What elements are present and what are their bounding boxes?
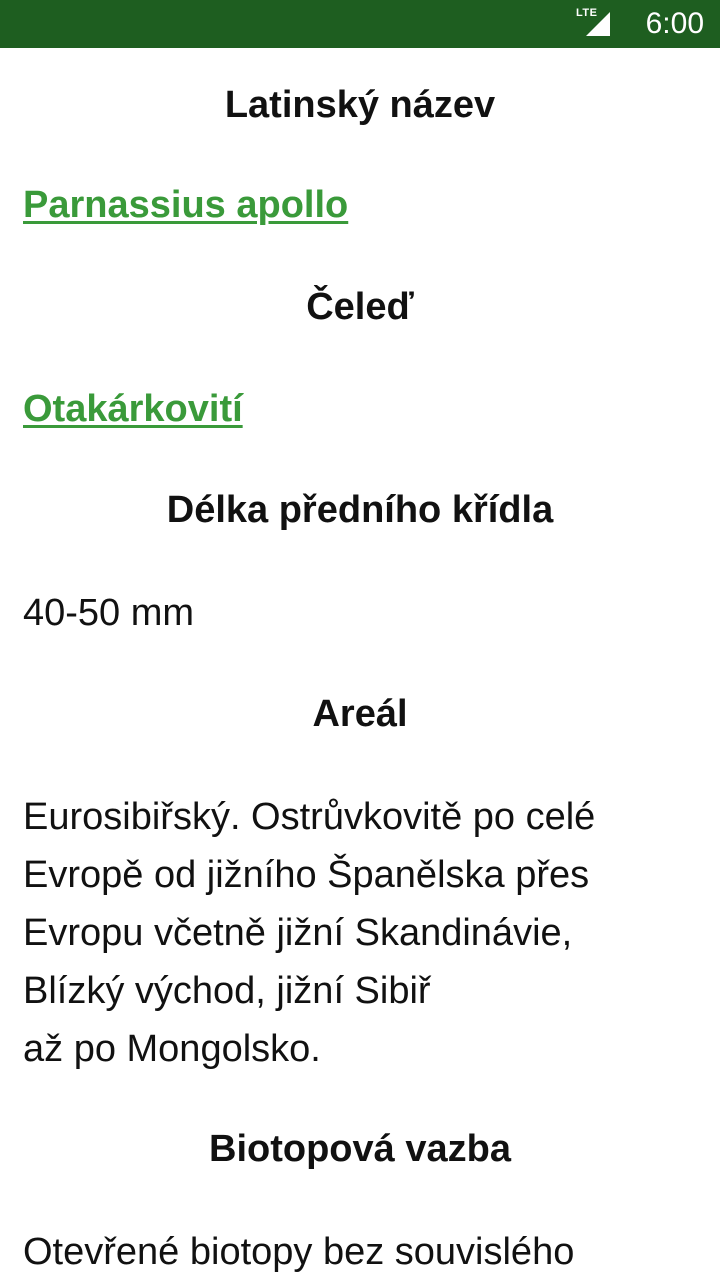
latin-name-heading: Latinský název bbox=[224, 84, 496, 126]
latin-name-link[interactable]: Parnassius apollo bbox=[23, 181, 348, 229]
range-heading: Areál bbox=[312, 693, 408, 735]
range-line: až po Mongolsko. bbox=[23, 1028, 321, 1070]
range-line: Eurosibiřský. Ostrůvkovitě po celé bbox=[23, 796, 596, 838]
range-line: Evropě od jižního Španělska přes bbox=[23, 854, 590, 896]
wing-length-value: 40-50 mm bbox=[23, 592, 195, 634]
family-heading: Čeleď bbox=[306, 286, 414, 328]
habitat-text: Otevřené biotopy bez souvislého bbox=[23, 1231, 575, 1273]
signal-strength-icon bbox=[586, 12, 610, 36]
species-detail[interactable]: Latinský název Parnassius apollo Čeleď O… bbox=[0, 48, 720, 1280]
habitat-heading: Biotopová vazba bbox=[209, 1128, 511, 1170]
status-bar: LTE 6:00 bbox=[0, 0, 720, 48]
family-link[interactable]: Otakárkovití bbox=[23, 385, 243, 433]
wing-length-heading: Délka předního křídla bbox=[166, 489, 554, 531]
range-line: Blízký východ, jižní Sibiř bbox=[23, 970, 431, 1012]
status-time: 6:00 bbox=[645, 7, 704, 40]
range-line: Evropu včetně jižní Skandinávie, bbox=[23, 912, 573, 954]
range-text: Eurosibiřský. Ostrůvkovitě po celé Evrop… bbox=[23, 788, 713, 1078]
